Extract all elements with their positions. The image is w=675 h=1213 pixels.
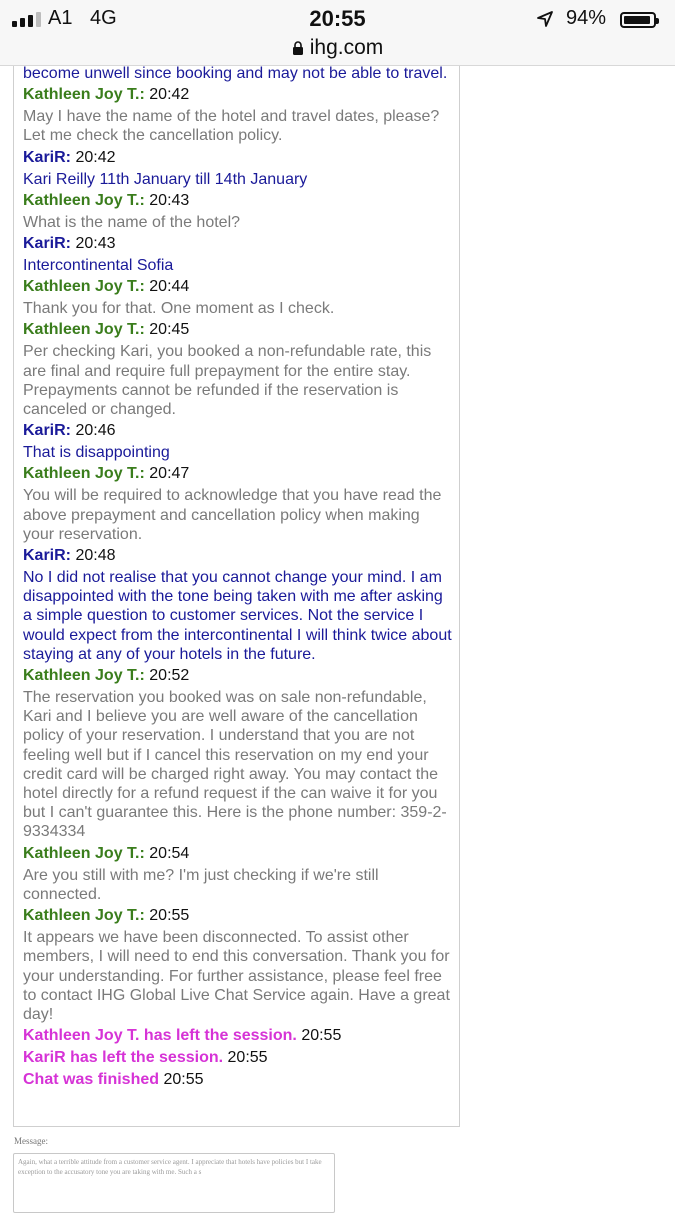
message-text: You will be required to acknowledge that… bbox=[23, 487, 442, 543]
lock-icon bbox=[292, 41, 303, 55]
message-time: 20:43 bbox=[149, 191, 190, 209]
message-text: Are you still with me? I'm just checking… bbox=[23, 866, 379, 903]
sender-name: Kathleen Joy T.: bbox=[23, 191, 145, 209]
message-text: Kari Reilly 11th January till 14th Janua… bbox=[23, 170, 308, 188]
message-input[interactable]: Again, what a terrible attitude from a c… bbox=[13, 1153, 335, 1213]
message-time: 20:43 bbox=[75, 235, 116, 253]
system-event-text: Chat was finished bbox=[23, 1071, 160, 1089]
chat-message: KariR: 20:48 No I did not realise that yo… bbox=[23, 546, 455, 664]
message-time: 20:47 bbox=[149, 465, 190, 483]
chat-message: Kathleen Joy T.: 20:47 You will be requir… bbox=[23, 464, 455, 544]
system-event-time: 20:55 bbox=[227, 1049, 268, 1067]
sender-name: Kathleen Joy T.: bbox=[23, 907, 145, 925]
system-event-text: Kathleen Joy T. has left the session. bbox=[23, 1027, 297, 1045]
message-time: 20:42 bbox=[149, 86, 190, 104]
message-text: What is the name of the hotel? bbox=[23, 213, 241, 231]
chat-message: Kathleen Joy T.: 20:54 Are you still with… bbox=[23, 844, 455, 904]
message-time: 20:54 bbox=[149, 844, 190, 862]
message-header: KariR: 20:42 bbox=[23, 148, 455, 168]
chat-message: Kathleen Joy T.: 20:42 May I have the nam… bbox=[23, 85, 455, 145]
message-time: 20:52 bbox=[149, 667, 190, 685]
url-text: ihg.com bbox=[309, 36, 384, 59]
battery-percent: 94% bbox=[566, 7, 607, 29]
system-event-text: KariR has left the session. bbox=[23, 1049, 224, 1067]
chat-message: Kathleen Joy T.: 20:52 The reservation yo… bbox=[23, 666, 455, 842]
chat-message: Kathleen Joy T.: 20:44 Thank you for that… bbox=[23, 277, 455, 318]
message-text: Per checking Kari, you booked a non-refu… bbox=[23, 343, 432, 419]
message-text: Thank you for that. One moment as I chec… bbox=[23, 300, 335, 318]
message-header: KariR: 20:48 bbox=[23, 546, 455, 566]
system-event: Kathleen Joy T. has left the session. 20… bbox=[23, 1026, 455, 1046]
address-bar[interactable]: ihg.com bbox=[0, 36, 675, 60]
chat-message: Kathleen Joy T.: 20:55 It appears we have… bbox=[23, 906, 455, 1024]
sender-name: Kathleen Joy T.: bbox=[23, 86, 145, 104]
sender-name: Kathleen Joy T.: bbox=[23, 278, 145, 296]
message-header: Kathleen Joy T.: 20:47 bbox=[23, 464, 455, 484]
system-event: KariR has left the session. 20:55 bbox=[23, 1048, 455, 1068]
sender-name: KariR: bbox=[23, 547, 72, 565]
message-text: May I have the name of the hotel and tra… bbox=[23, 108, 440, 145]
message-time: 20:48 bbox=[75, 547, 116, 565]
message-header: Kathleen Joy T.: 20:42 bbox=[23, 85, 455, 105]
message-header: KariR: 20:46 bbox=[23, 421, 455, 441]
message-header: Kathleen Joy T.: 20:52 bbox=[23, 666, 455, 686]
sender-name: Kathleen Joy T.: bbox=[23, 844, 145, 862]
system-event: Chat was finished 20:55 bbox=[23, 1070, 455, 1090]
message-text: Intercontinental Sofia bbox=[23, 257, 174, 275]
message-time: 20:55 bbox=[149, 907, 190, 925]
location-arrow-icon bbox=[537, 11, 553, 27]
message-text: It appears we have been disconnected. To… bbox=[23, 929, 450, 1023]
message-header: Kathleen Joy T.: 20:54 bbox=[23, 844, 455, 864]
message-partial: become unwell since booking and may not … bbox=[23, 66, 455, 83]
chat-message: KariR: 20:42 Kari Reilly 11th January til… bbox=[23, 148, 455, 189]
message-text: That is disappointing bbox=[23, 444, 170, 462]
message-text: become unwell since booking and may not … bbox=[23, 66, 448, 82]
message-time: 20:45 bbox=[149, 321, 190, 339]
message-header: KariR: 20:43 bbox=[23, 234, 455, 254]
message-header: Kathleen Joy T.: 20:45 bbox=[23, 320, 455, 340]
chat-message: KariR: 20:46 That is disappointing bbox=[23, 421, 455, 462]
status-bar: A1 4G 20:55 94% bbox=[0, 4, 675, 34]
battery-icon bbox=[620, 12, 659, 28]
sender-name: Kathleen Joy T.: bbox=[23, 667, 145, 685]
message-time: 20:42 bbox=[75, 148, 116, 166]
message-time: 20:46 bbox=[75, 422, 116, 440]
system-event-time: 20:55 bbox=[163, 1071, 204, 1089]
message-header: Kathleen Joy T.: 20:55 bbox=[23, 906, 455, 926]
chat-message: Kathleen Joy T.: 20:43 What is the name o… bbox=[23, 191, 455, 232]
sender-name: Kathleen Joy T.: bbox=[23, 465, 145, 483]
chat-transcript[interactable]: become unwell since booking and may not … bbox=[13, 66, 460, 1127]
sender-name: KariR: bbox=[23, 148, 72, 166]
sender-name: Kathleen Joy T.: bbox=[23, 321, 145, 339]
message-header: Kathleen Joy T.: 20:43 bbox=[23, 191, 455, 211]
transcript-content: become unwell since booking and may not … bbox=[23, 66, 455, 1090]
chat-message: KariR: 20:43 Intercontinental Sofia bbox=[23, 234, 455, 275]
message-time: 20:44 bbox=[149, 278, 190, 296]
system-event-time: 20:55 bbox=[301, 1027, 342, 1045]
message-label: Message: bbox=[14, 1136, 48, 1146]
chat-message: Kathleen Joy T.: 20:45 Per checking Kari,… bbox=[23, 320, 455, 419]
message-header: Kathleen Joy T.: 20:44 bbox=[23, 277, 455, 297]
browser-top-bar: A1 4G 20:55 94% ihg.com bbox=[0, 0, 675, 66]
message-text: No I did not realise that you cannot cha… bbox=[23, 569, 452, 663]
message-text: The reservation you booked was on sale n… bbox=[23, 689, 447, 841]
sender-name: KariR: bbox=[23, 422, 72, 440]
sender-name: KariR: bbox=[23, 235, 72, 253]
